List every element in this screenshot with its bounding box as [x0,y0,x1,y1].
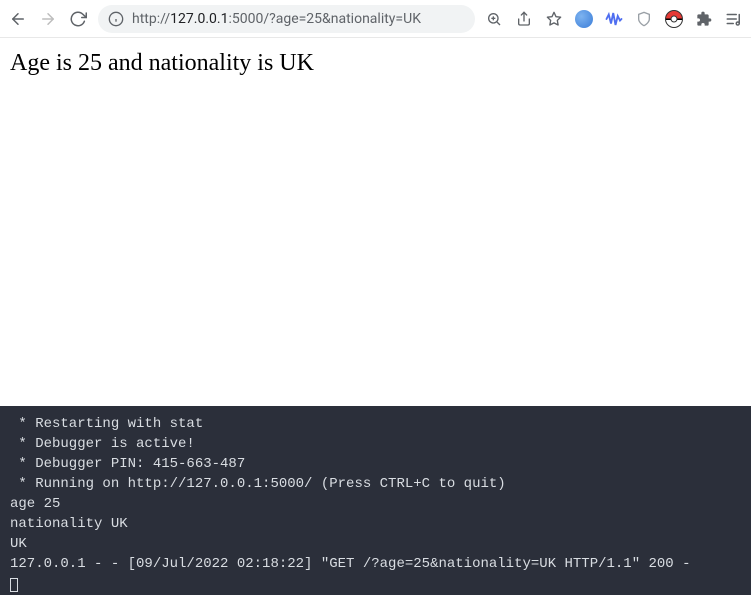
extension-icon[interactable] [635,10,653,28]
terminal-line: * Running on http://127.0.0.1:5000/ (Pre… [10,476,506,492]
url-host: 127.0.0.1 [170,11,228,27]
reload-button[interactable] [68,9,88,29]
extension-icon[interactable] [665,10,683,28]
arrow-left-icon [9,10,27,28]
address-bar[interactable]: http://127.0.0.1:5000/?age=25&nationalit… [98,5,475,33]
shield-icon [636,11,652,27]
zoom-button[interactable] [485,10,503,28]
terminal-line: UK [10,536,27,552]
star-icon [546,11,562,27]
extension-icon[interactable] [575,10,593,28]
reading-list-button[interactable] [725,10,743,28]
url-scheme: http:// [132,11,170,27]
toolbar-right [485,10,743,28]
arrow-right-icon [39,10,57,28]
page-content: Age is 25 and nationality is UK [0,38,751,406]
terminal-cursor [10,578,18,592]
url-path: /?age=25&nationality=UK [263,11,421,27]
terminal-line: 127.0.0.1 - - [09/Jul/2022 02:18:22] "GE… [10,556,691,572]
url-text: http://127.0.0.1:5000/?age=25&nationalit… [132,11,421,27]
extension-icon[interactable] [605,10,623,28]
extensions-button[interactable] [695,10,713,28]
wave-icon [605,10,623,28]
reload-icon [69,10,87,28]
puzzle-icon [696,11,712,27]
terminal[interactable]: * Restarting with stat * Debugger is act… [0,406,751,595]
page-body-text: Age is 25 and nationality is UK [10,50,314,76]
forward-button[interactable] [38,9,58,29]
browser-toolbar: http://127.0.0.1:5000/?age=25&nationalit… [0,0,751,38]
terminal-line: * Restarting with stat [10,416,203,432]
list-music-icon [725,10,743,28]
zoom-icon [486,11,502,27]
share-icon [516,11,532,27]
terminal-line: age 25 [10,496,60,512]
share-button[interactable] [515,10,533,28]
back-button[interactable] [8,9,28,29]
terminal-line: * Debugger is active! [10,436,195,452]
bookmark-button[interactable] [545,10,563,28]
terminal-line: * Debugger PIN: 415-663-487 [10,456,245,472]
url-port: :5000 [228,11,263,27]
terminal-line: nationality UK [10,516,128,532]
info-icon [108,11,124,27]
